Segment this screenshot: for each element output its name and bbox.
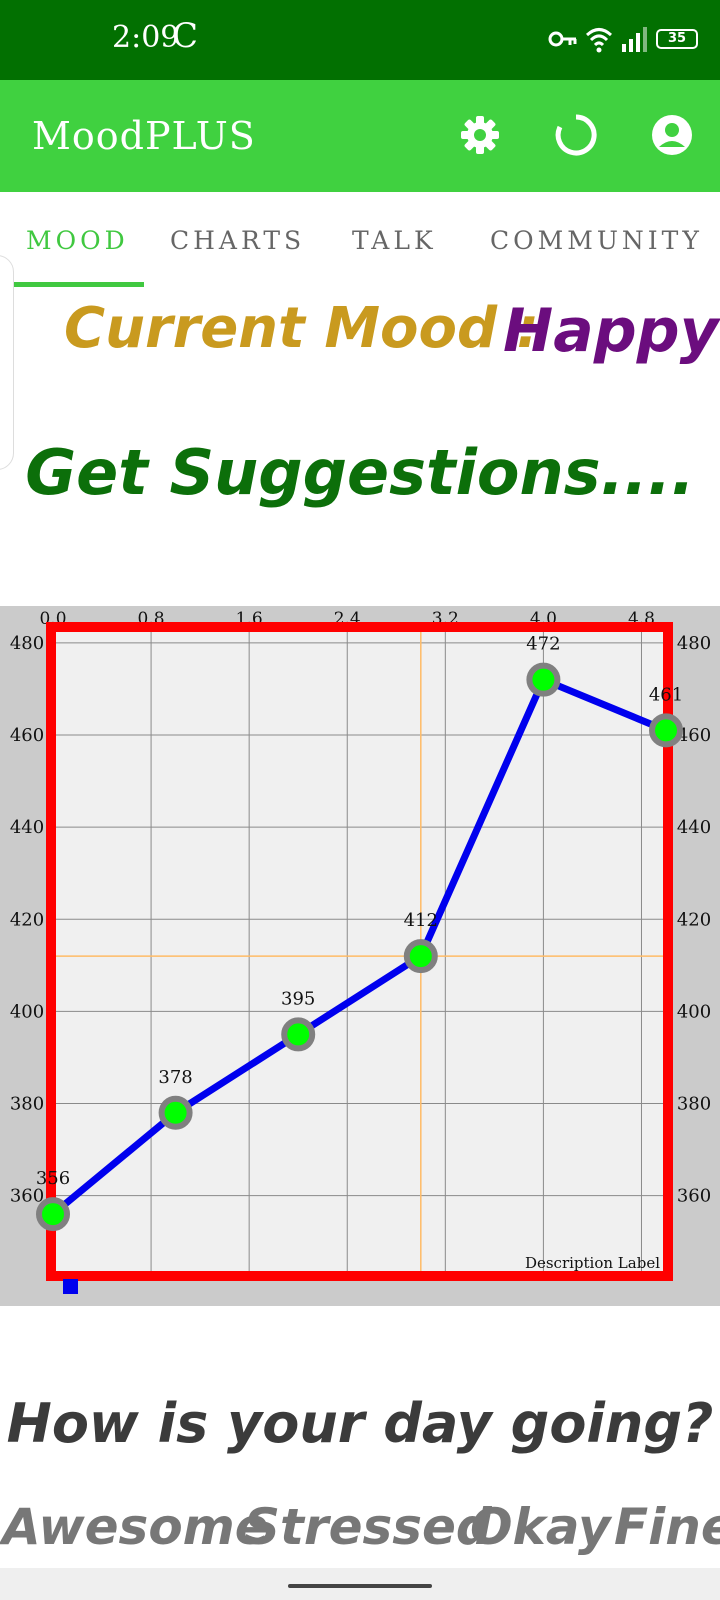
tab-charts[interactable]: CHARTS — [170, 226, 305, 255]
chart-description-label: Description Label — [525, 1254, 660, 1272]
settings-button[interactable] — [455, 110, 505, 160]
data-point — [36, 1197, 70, 1232]
current-mood-value: Happy — [503, 296, 719, 366]
day-question: How is your day going? — [6, 1392, 714, 1455]
sync-status-icon: C — [172, 16, 199, 56]
home-gesture-handle[interactable] — [288, 1584, 432, 1588]
day-options: Awesome Stressed Okay Fine — [0, 1498, 720, 1568]
tab-bar: MOOD CHARTS TALK COMMUNITY — [0, 192, 720, 288]
screen: 2:09 C 35 MoodPLUS MOOD CHARTS TALK COMM… — [0, 0, 720, 1600]
get-suggestions-button[interactable]: Get Suggestions.... — [0, 436, 720, 509]
option-fine[interactable]: Fine — [614, 1498, 720, 1556]
vpn-key-icon — [548, 31, 577, 47]
data-point — [158, 1095, 193, 1130]
y-tick-label-left: 380 — [10, 1094, 44, 1115]
status-bar: 2:09 C 35 — [0, 0, 720, 80]
data-point — [403, 939, 438, 974]
wifi-icon — [585, 28, 613, 53]
y-tick-label-right: 400 — [677, 1001, 711, 1022]
refresh-button[interactable] — [551, 110, 601, 160]
plot-area — [53, 629, 666, 1274]
y-tick-label-left: 440 — [10, 817, 44, 838]
app-title: MoodPLUS — [32, 114, 256, 158]
tab-talk[interactable]: TALK — [352, 226, 437, 255]
y-tick-label-right: 440 — [677, 817, 711, 838]
battery-icon: 35 — [656, 29, 698, 49]
data-label: 412 — [404, 910, 438, 931]
data-label: 395 — [281, 988, 315, 1009]
chart-svg: 0.0 0.8 1.6 2.4 3.2 4.0 4.84804604404204003803… — [10, 609, 711, 1294]
tab-community[interactable]: COMMUNITY — [490, 226, 703, 255]
data-point — [526, 662, 561, 697]
status-icons: 35 — [548, 24, 698, 54]
data-label: 472 — [526, 634, 560, 655]
y-tick-label-left: 400 — [10, 1001, 44, 1022]
data-point — [281, 1017, 316, 1052]
legend-swatch — [63, 1279, 78, 1294]
tab-mood[interactable]: MOOD — [26, 226, 129, 255]
option-awesome[interactable]: Awesome — [2, 1498, 269, 1556]
app-bar: MoodPLUS — [0, 80, 720, 192]
settings-icon — [461, 116, 499, 154]
y-tick-label-right: 380 — [677, 1094, 711, 1115]
y-tick-label-right: 480 — [677, 633, 711, 654]
current-mood-label: Current Mood : — [64, 296, 539, 361]
tab-indicator — [0, 282, 144, 287]
y-tick-label-left: 420 — [10, 909, 44, 930]
status-time: 2:09 — [112, 20, 180, 55]
signal-icon — [622, 27, 647, 52]
data-label: 356 — [36, 1168, 70, 1189]
data-label: 461 — [649, 684, 683, 705]
y-tick-label-right: 420 — [677, 909, 711, 930]
y-tick-label-left: 480 — [10, 633, 44, 654]
account-button[interactable] — [647, 110, 697, 160]
y-tick-label-left: 460 — [10, 725, 44, 746]
data-label: 378 — [158, 1067, 192, 1088]
option-okay[interactable]: Okay — [470, 1498, 611, 1556]
system-nav-bar — [0, 1568, 720, 1600]
y-tick-label-right: 360 — [677, 1186, 711, 1207]
refresh-icon — [555, 114, 597, 156]
mood-line-chart: 0.0 0.8 1.6 2.4 3.2 4.0 4.8 480 460 440 420 400 380 3… — [0, 606, 720, 1306]
account-icon — [652, 115, 692, 155]
option-stressed[interactable]: Stressed — [244, 1498, 492, 1556]
data-point — [649, 713, 683, 748]
